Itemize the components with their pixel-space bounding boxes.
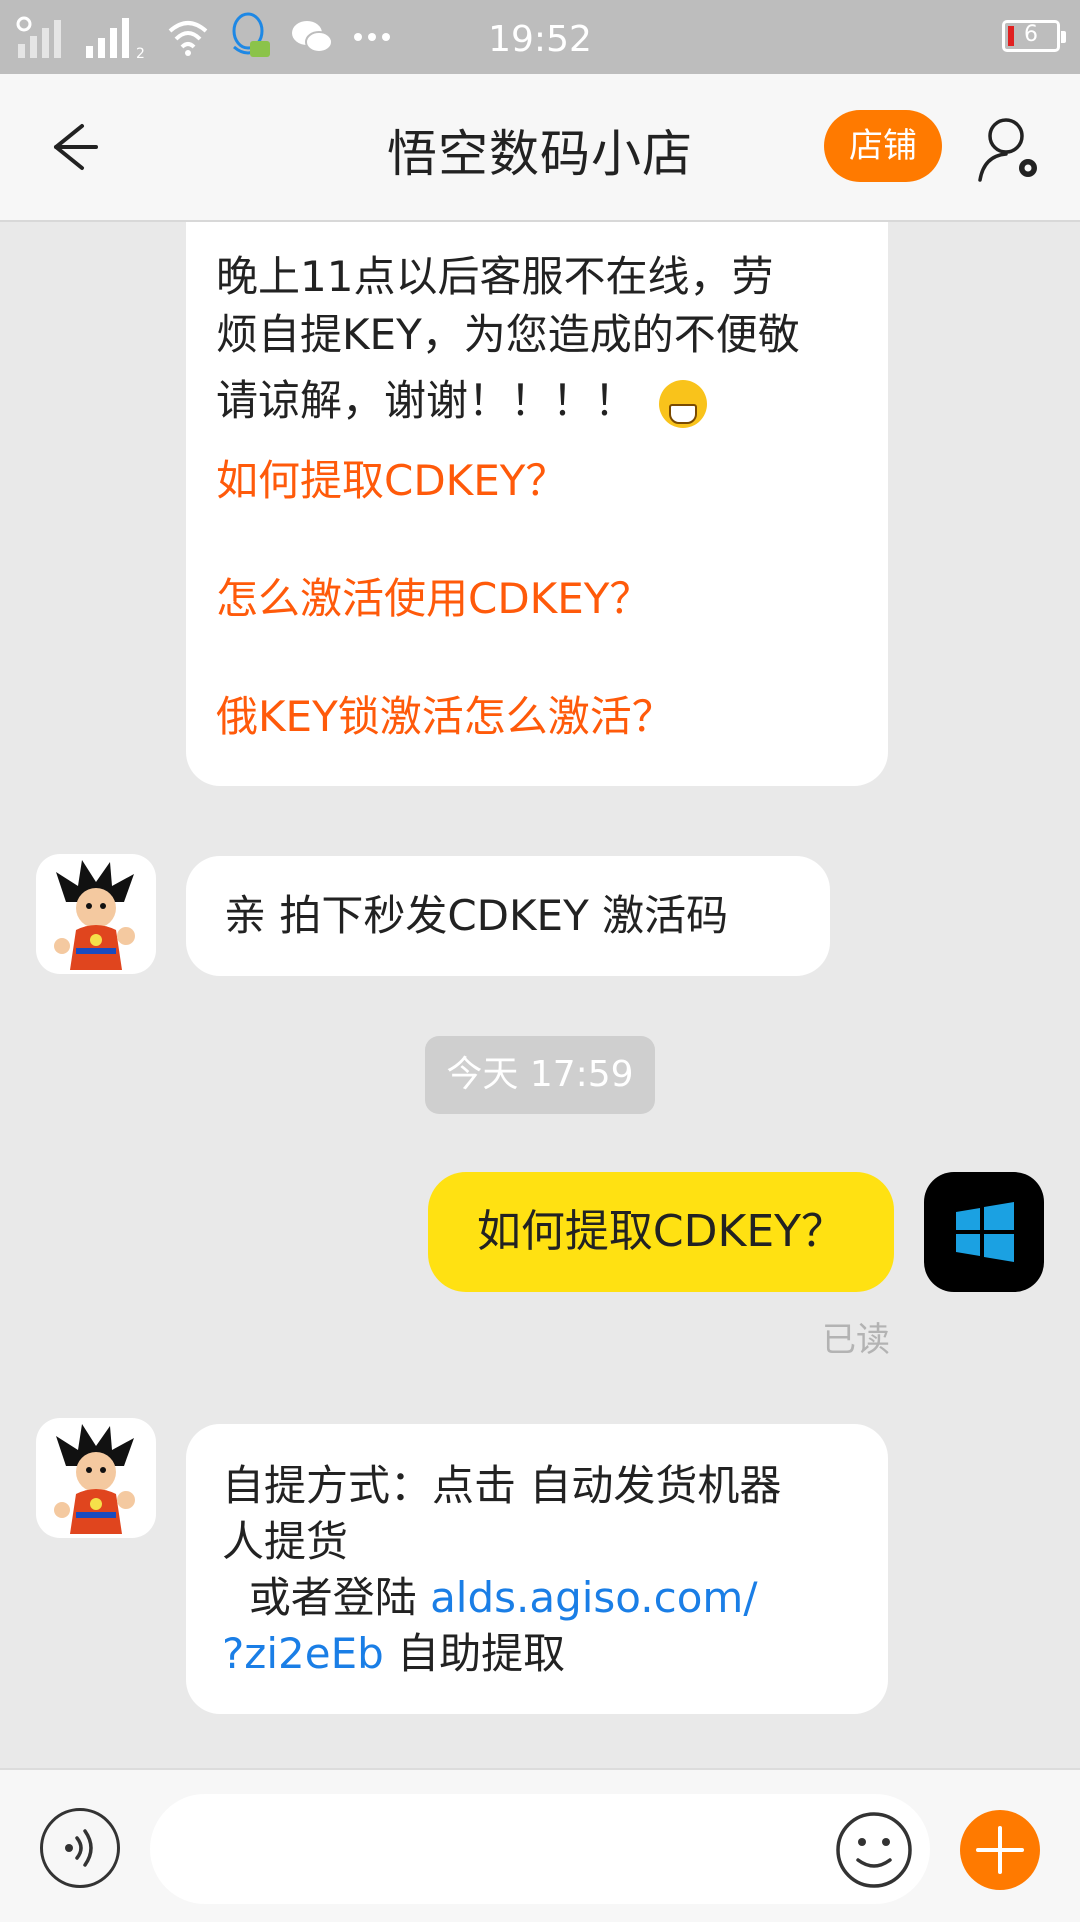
message-text: 烦自提KEY，为您造成的不便敬: [216, 310, 800, 359]
user-settings-icon[interactable]: [976, 114, 1046, 184]
pickup-link[interactable]: ?zi2eEb: [222, 1629, 384, 1678]
read-receipt: 已读: [822, 1320, 890, 1360]
pickup-link[interactable]: alds.agiso.com/: [430, 1573, 757, 1622]
voice-button[interactable]: [40, 1808, 120, 1888]
more-actions-button[interactable]: [960, 1810, 1040, 1890]
faq-link-extract[interactable]: 如何提取CDKEY？: [216, 452, 862, 510]
message-bubble-shop: 自提方式：点击 自动发货机器 人提货 或者登陆 alds.agiso.com/ …: [186, 1424, 888, 1714]
grinning-sweat-emoji-icon: [659, 379, 708, 428]
message-input[interactable]: [150, 1794, 930, 1904]
message-text: 请谅解，谢谢！！！！: [216, 376, 637, 425]
shop-button[interactable]: 店铺: [824, 110, 942, 182]
windows-logo-icon: [956, 1202, 1014, 1262]
shop-avatar[interactable]: [36, 854, 156, 974]
plus-icon: [976, 1826, 1024, 1874]
battery-icon: 6: [1002, 20, 1066, 52]
shop-avatar[interactable]: [36, 1418, 156, 1538]
input-bar: [0, 1768, 1080, 1922]
goku-avatar-icon: [54, 1424, 135, 1534]
message-text-line: 请谅解，谢谢！！！！: [216, 372, 862, 430]
faq-link-activate[interactable]: 怎么激活使用CDKEY？: [216, 570, 862, 628]
message-text: 或者登陆: [222, 1573, 431, 1622]
voice-icon: [65, 1829, 93, 1867]
faq-link-ru-key[interactable]: 俄KEY锁激活怎么激活？: [216, 688, 862, 746]
message-text-line: 或者登陆 alds.agiso.com/: [222, 1570, 860, 1626]
message-bubble-me: 如何提取CDKEY？: [428, 1172, 894, 1292]
goku-avatar-icon: [54, 860, 135, 970]
message-bubble-shop: 晚上11点以后客服不在线，劳 烦自提KEY，为您造成的不便敬 请谅解，谢谢！！！…: [186, 222, 888, 786]
message-text: 人提货: [222, 1517, 349, 1566]
message-text: 自提方式：点击 自动发货机器: [222, 1461, 782, 1510]
message-text-line: ?zi2eEb 自助提取: [222, 1626, 860, 1682]
emoji-icon[interactable]: [834, 1810, 914, 1890]
chat-messages[interactable]: 晚上11点以后客服不在线，劳 烦自提KEY，为您造成的不便敬 请谅解，谢谢！！！…: [0, 222, 1080, 1768]
status-bar: 2 19:52 6: [0, 0, 1080, 74]
battery-level: 6: [1024, 22, 1038, 47]
clock: 19:52: [488, 19, 592, 60]
message-text: 晚上11点以后客服不在线，劳: [216, 252, 774, 301]
message-timestamp: 今天 17:59: [425, 1036, 655, 1114]
chat-header: 悟空数码小店 店铺: [0, 74, 1080, 222]
message-bubble-shop: 亲 拍下秒发CDKEY 激活码: [186, 856, 830, 976]
message-text: 自助提取: [383, 1629, 566, 1678]
my-avatar[interactable]: [924, 1172, 1044, 1292]
